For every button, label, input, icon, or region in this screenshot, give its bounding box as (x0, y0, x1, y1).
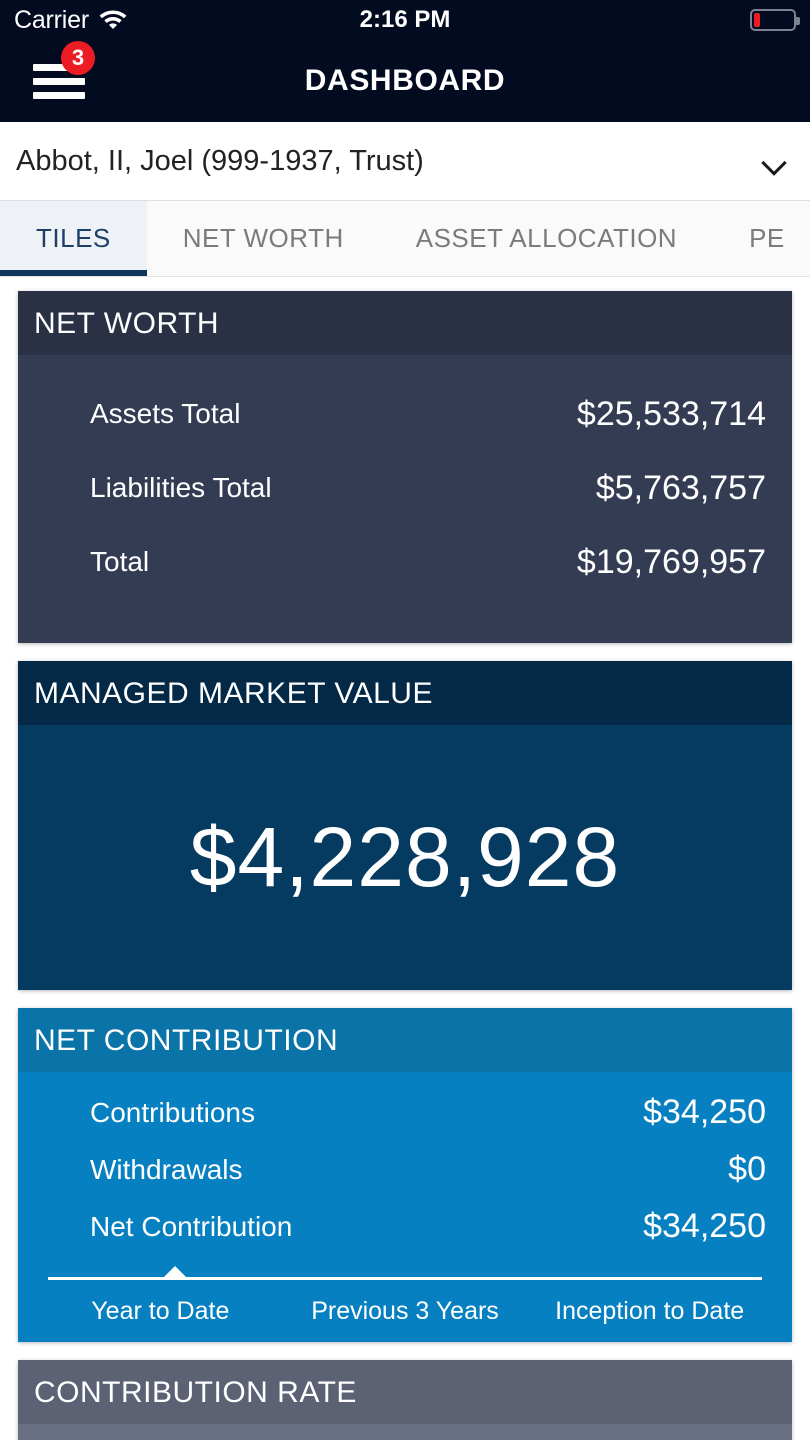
row-value: $19,769,957 (576, 542, 766, 581)
tab-label: ASSET ALLOCATION (415, 223, 678, 253)
carrier-label: Carrier (14, 5, 89, 34)
tab-tiles[interactable]: TILES (0, 201, 147, 276)
row-label: Withdrawals (90, 1153, 243, 1185)
chevron-down-icon (762, 154, 788, 168)
row-value: $34,250 (643, 1207, 766, 1245)
navigation-bar: 3 DASHBOARD (0, 40, 810, 122)
row-value: $5,763,757 (595, 468, 766, 507)
tab-performance[interactable]: PE (713, 201, 810, 276)
contribution-rate-card-title: CONTRIBUTION RATE (18, 1360, 792, 1424)
dashboard-tiles-scroll: NET WORTH Assets Total $25,533,714 Liabi… (0, 277, 810, 1440)
row-label: Assets Total (90, 398, 241, 429)
tab-label: TILES (36, 223, 111, 253)
period-previous-3-years[interactable]: Previous 3 Years (283, 1297, 528, 1326)
period-year-to-date[interactable]: Year to Date (38, 1297, 283, 1326)
net-contribution-row-withdrawals: Withdrawals $0 (18, 1141, 792, 1198)
net-worth-card[interactable]: NET WORTH Assets Total $25,533,714 Liabi… (18, 291, 792, 643)
contribution-rate-card[interactable]: CONTRIBUTION RATE (18, 1360, 792, 1440)
contribution-rate-card-body (18, 1424, 792, 1440)
tab-label: NET WORTH (182, 223, 344, 253)
row-label: Net Contribution (90, 1210, 293, 1242)
period-options: Year to Date Previous 3 Years Inception … (18, 1280, 792, 1342)
net-worth-row-liabilities-total: Liabilities Total $5,763,757 (18, 451, 792, 525)
net-worth-row-assets-total: Assets Total $25,533,714 (18, 377, 792, 451)
net-worth-row-total: Total $19,769,957 (18, 525, 792, 599)
tab-label: PE (749, 223, 785, 253)
wifi-icon (98, 7, 128, 34)
managed-market-value-card-body: $4,228,928 (18, 725, 792, 990)
managed-market-value-amount: $4,228,928 (189, 810, 621, 904)
account-selector[interactable]: Abbot, II, Joel (999-1937, Trust) (0, 122, 810, 201)
tab-asset-allocation[interactable]: ASSET ALLOCATION (380, 201, 713, 276)
row-label: Liabilities Total (90, 472, 272, 503)
status-bar-left: Carrier (14, 6, 128, 35)
row-label: Contributions (90, 1096, 255, 1128)
status-bar-right (750, 9, 800, 31)
status-bar: Carrier 2:16 PM (0, 0, 810, 40)
period-selected-marker (164, 1266, 186, 1277)
net-contribution-row-net-contribution: Net Contribution $34,250 (18, 1198, 792, 1255)
tab-bar: TILES NET WORTH ASSET ALLOCATION PE (0, 201, 810, 277)
row-value: $25,533,714 (576, 394, 766, 433)
page-title: DASHBOARD (304, 64, 506, 97)
row-label: Total (90, 546, 150, 577)
battery-icon (750, 9, 800, 31)
net-worth-card-title: NET WORTH (18, 291, 792, 355)
net-contribution-card[interactable]: NET CONTRIBUTION Contributions $34,250 W… (18, 1008, 792, 1342)
account-selector-label: Abbot, II, Joel (999-1937, Trust) (16, 144, 424, 177)
managed-market-value-card[interactable]: MANAGED MARKET VALUE $4,228,928 (18, 661, 792, 990)
net-contribution-row-contributions: Contributions $34,250 (18, 1084, 792, 1141)
row-value: $34,250 (643, 1093, 766, 1131)
net-contribution-card-title: NET CONTRIBUTION (18, 1008, 792, 1072)
managed-market-value-card-title: MANAGED MARKET VALUE (18, 661, 792, 725)
period-inception-to-date[interactable]: Inception to Date (527, 1297, 772, 1326)
net-worth-card-body: Assets Total $25,533,714 Liabilities Tot… (18, 355, 792, 643)
tab-net-worth[interactable]: NET WORTH (147, 201, 380, 276)
period-segmented-control: Year to Date Previous 3 Years Inception … (18, 1266, 792, 1342)
row-value: $0 (728, 1150, 766, 1188)
net-contribution-card-body: Contributions $34,250 Withdrawals $0 Net… (18, 1072, 792, 1342)
